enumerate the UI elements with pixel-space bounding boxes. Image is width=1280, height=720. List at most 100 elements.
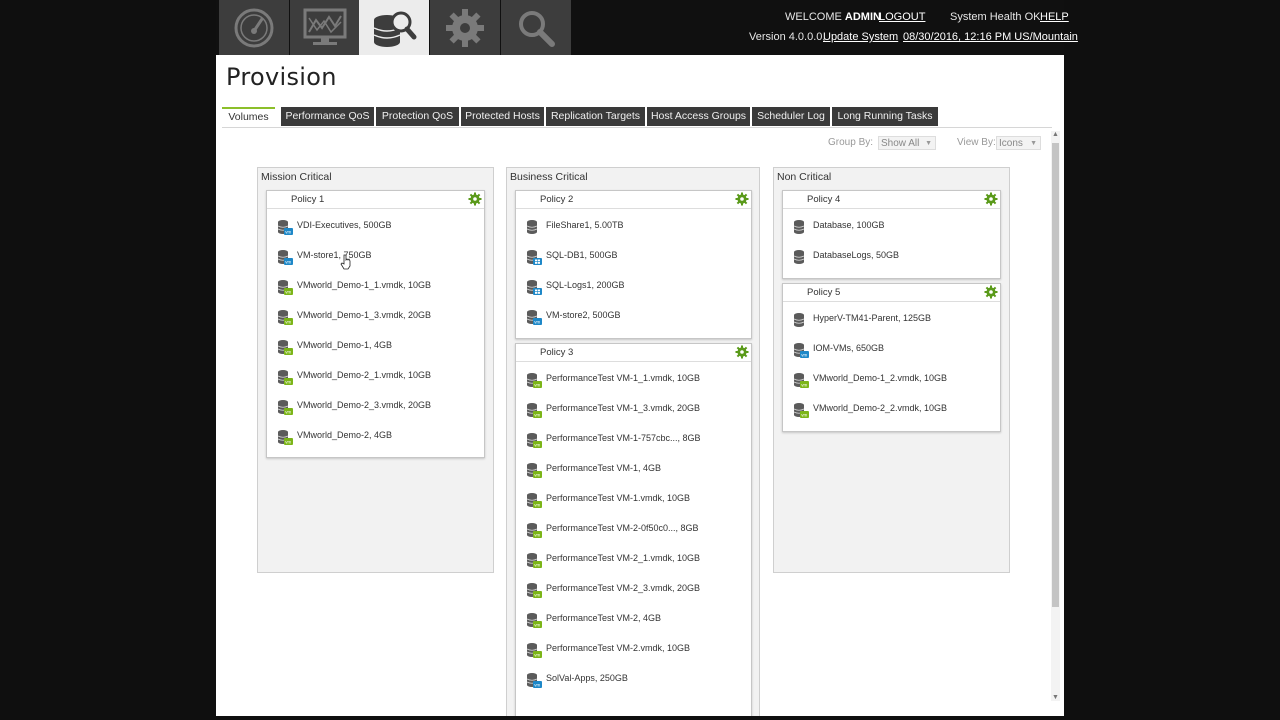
gear-icon[interactable] bbox=[984, 285, 998, 299]
tab-protected-hosts[interactable]: Protected Hosts bbox=[461, 107, 544, 126]
volume-label: VM-store2, 500GB bbox=[546, 310, 621, 320]
policy-name: Policy 5 bbox=[807, 287, 841, 298]
volume-label: HyperV-TM41-Parent, 125GB bbox=[813, 313, 932, 323]
version-text: Version 4.0.0.0, bbox=[749, 31, 826, 43]
svg-text:vm: vm bbox=[534, 593, 540, 598]
nav-tab-monitor[interactable] bbox=[290, 0, 360, 55]
svg-text:vm: vm bbox=[285, 230, 291, 235]
group-by-value: Show All bbox=[881, 138, 920, 149]
gear-icon[interactable] bbox=[468, 192, 482, 206]
gear-icon[interactable] bbox=[735, 345, 749, 359]
subtab-divider bbox=[222, 127, 1052, 128]
volume-label: SolVal-Apps, 250GB bbox=[546, 673, 628, 683]
database-volume-icon bbox=[526, 220, 538, 234]
volume-label: PerformanceTest VM-1, 4GB bbox=[546, 463, 662, 473]
volume-label: VMworld_Demo-1_2.vmdk, 10GB bbox=[813, 373, 948, 383]
group-by-label: Group By: bbox=[828, 137, 874, 148]
svg-text:vm: vm bbox=[534, 533, 540, 538]
database-volume-icon bbox=[793, 220, 805, 234]
top-header: WELCOME ADMIN LOGOUT System Health OK HE… bbox=[216, 0, 1078, 55]
nav-tab-provision[interactable] bbox=[359, 0, 429, 55]
volume-label: VMworld_Demo-2_1.vmdk, 10GB bbox=[297, 370, 432, 380]
database-volume-icon: vm bbox=[793, 403, 809, 418]
volume-label: PerformanceTest VM-1_3.vmdk, 20GB bbox=[546, 403, 701, 413]
policy-name: Policy 3 bbox=[540, 347, 574, 358]
scroll-thumb[interactable] bbox=[1052, 143, 1059, 607]
svg-text:vm: vm bbox=[285, 290, 291, 295]
policy-card-4: Policy 4 Database, 100GB DatabaseLogs, 50… bbox=[782, 190, 1001, 279]
policy-header: Policy 3 bbox=[516, 344, 751, 362]
svg-text:vm: vm bbox=[534, 443, 540, 448]
database-volume-icon: vm bbox=[526, 310, 542, 325]
policy-name: Policy 2 bbox=[540, 194, 574, 205]
policy-card-3: Policy 3 vm PerformanceTest VM-1_1.vmdk, … bbox=[515, 343, 752, 716]
volume-label: PerformanceTest VM-1-757cbc..., 8GB bbox=[546, 433, 701, 443]
volume-label: SQL-DB1, 500GB bbox=[546, 250, 618, 260]
group-title: Mission Critical bbox=[261, 171, 332, 183]
nav-tab-dashboard[interactable] bbox=[219, 0, 289, 55]
policy-header: Policy 5 bbox=[783, 284, 1000, 302]
tab-host-access-groups[interactable]: Host Access Groups bbox=[647, 107, 750, 126]
svg-text:vm: vm bbox=[801, 383, 807, 388]
database-volume-icon: vm bbox=[277, 400, 293, 415]
scroll-down-arrow[interactable]: ▼ bbox=[1051, 694, 1060, 701]
view-by-label: View By: bbox=[957, 137, 996, 148]
nav-tab-settings[interactable] bbox=[430, 0, 500, 55]
tab-volumes[interactable]: Volumes bbox=[222, 107, 275, 126]
tab-protection-qos[interactable]: Protection QoS bbox=[376, 107, 459, 126]
database-volume-icon: vm bbox=[526, 583, 542, 598]
view-by-select[interactable]: Icons ▼ bbox=[996, 136, 1041, 150]
policy-name: Policy 4 bbox=[807, 194, 841, 205]
svg-text:vm: vm bbox=[285, 440, 291, 445]
page-title: Provision bbox=[226, 63, 337, 91]
view-by-value: Icons bbox=[999, 138, 1023, 149]
volume-label: SQL-Logs1, 200GB bbox=[546, 280, 625, 290]
svg-text:vm: vm bbox=[534, 653, 540, 658]
datetime-link[interactable]: 08/30/2016, 12:16 PM US/Mountain bbox=[903, 31, 1078, 43]
volume-label: FileShare1, 5.00TB bbox=[546, 220, 624, 230]
logout-link[interactable]: LOGOUT bbox=[879, 11, 925, 23]
welcome-label: WELCOME bbox=[785, 11, 842, 23]
vertical-scrollbar[interactable]: ▲ ▼ bbox=[1051, 131, 1060, 701]
group-by-select[interactable]: Show All ▼ bbox=[878, 136, 936, 150]
gear-icon[interactable] bbox=[984, 192, 998, 206]
volume-label: VMworld_Demo-1, 4GB bbox=[297, 340, 393, 350]
database-volume-icon: vm bbox=[526, 373, 542, 388]
tab-replication-targets[interactable]: Replication Targets bbox=[546, 107, 645, 126]
search-icon bbox=[519, 10, 555, 47]
volume-label: VMworld_Demo-1_1.vmdk, 10GB bbox=[297, 280, 432, 290]
svg-text:vm: vm bbox=[534, 683, 540, 688]
database-volume-icon: vm bbox=[793, 343, 809, 358]
group-title: Non Critical bbox=[777, 171, 832, 183]
gear-icon[interactable] bbox=[735, 192, 749, 206]
volume-label: VMworld_Demo-2_3.vmdk, 20GB bbox=[297, 400, 432, 410]
volume-label: PerformanceTest VM-2_1.vmdk, 10GB bbox=[546, 553, 701, 563]
svg-text:vm: vm bbox=[801, 413, 807, 418]
svg-text:vm: vm bbox=[534, 563, 540, 568]
mouse-cursor-icon bbox=[340, 254, 351, 270]
volume-label: IOM-VMs, 650GB bbox=[813, 343, 885, 353]
database-volume-icon bbox=[526, 250, 542, 265]
database-volume-icon bbox=[793, 313, 805, 327]
help-link[interactable]: HELP bbox=[1040, 11, 1069, 23]
tab-scheduler-log[interactable]: Scheduler Log bbox=[752, 107, 830, 126]
svg-text:vm: vm bbox=[285, 410, 291, 415]
volume-label: VDI-Executives, 500GB bbox=[297, 220, 392, 230]
database-volume-icon: vm bbox=[277, 220, 293, 235]
volume-label: VM-store1, 750GB bbox=[297, 250, 372, 260]
tab-performance-qos[interactable]: Performance QoS bbox=[281, 107, 374, 126]
svg-text:vm: vm bbox=[285, 380, 291, 385]
volume-label: PerformanceTest VM-2-0f50c0..., 8GB bbox=[546, 523, 699, 533]
chevron-down-icon: ▼ bbox=[925, 140, 932, 147]
scroll-up-arrow[interactable]: ▲ bbox=[1051, 131, 1060, 138]
database-volume-icon: vm bbox=[526, 433, 542, 448]
update-system-link[interactable]: Update System bbox=[823, 31, 898, 43]
monitor-chart-icon bbox=[303, 8, 347, 45]
policy-header: Policy 2 bbox=[516, 191, 751, 209]
database-volume-icon: vm bbox=[526, 673, 542, 688]
volume-label: VMworld_Demo-1_3.vmdk, 20GB bbox=[297, 310, 432, 320]
nav-tab-search[interactable] bbox=[501, 0, 571, 55]
tab-long-running-tasks[interactable]: Long Running Tasks bbox=[832, 107, 938, 126]
group-business-critical: Business Critical Policy 2 FileShare1, 5… bbox=[506, 167, 760, 716]
database-volume-icon: vm bbox=[526, 523, 542, 538]
